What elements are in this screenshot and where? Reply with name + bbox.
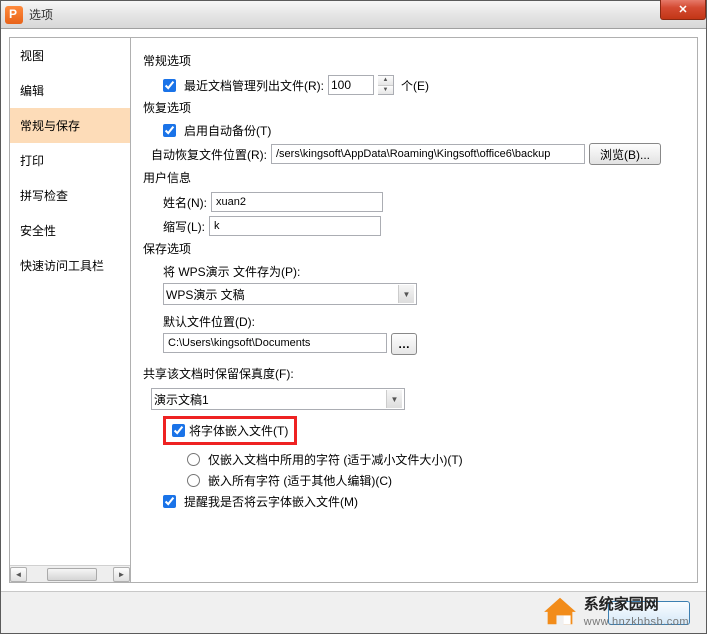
save-as-row: 将 WPS演示 文件存为(P): WPS演示 文稿 ▼ xyxy=(163,263,685,305)
embed-fonts-checkbox[interactable] xyxy=(172,424,185,437)
footer xyxy=(1,591,706,633)
scroll-thumb[interactable] xyxy=(47,568,97,581)
sidebar-item-security[interactable]: 安全性 xyxy=(10,213,130,248)
share-doc-select[interactable]: 演示文稿1 ▼ xyxy=(151,388,405,410)
remind-cloud-row: 提醒我是否将云字体嵌入文件(M) xyxy=(163,493,685,510)
share-doc-row: 演示文稿1 ▼ xyxy=(151,388,685,410)
window-title: 选项 xyxy=(29,6,53,23)
recovery-path-row: 自动恢复文件位置(R): 浏览(B)... xyxy=(151,143,685,165)
recent-unit-label: 个(E) xyxy=(401,77,429,94)
embed-used-label: 仅嵌入文档中所用的字符 (适于减小文件大小)(T) xyxy=(208,451,463,468)
options-window: 选项 ✕ 视图 编辑 常规与保存 打印 拼写检查 安全性 快速访问工具栏 ◄ ► xyxy=(0,0,707,634)
recovery-path-input[interactable] xyxy=(271,144,585,164)
body-area: 视图 编辑 常规与保存 打印 拼写检查 安全性 快速访问工具栏 ◄ ► 常规选项… xyxy=(1,29,706,591)
recovery-path-label: 自动恢复文件位置(R): xyxy=(151,146,267,163)
share-doc-value: 演示文稿1 xyxy=(154,391,209,408)
close-button[interactable]: ✕ xyxy=(660,0,706,20)
user-name-row: 姓名(N): xyxy=(163,192,685,212)
dropdown-arrow-icon: ▼ xyxy=(386,390,402,408)
section-save: 保存选项 xyxy=(143,240,685,257)
save-as-value: WPS演示 文稿 xyxy=(166,286,245,303)
recent-files-label: 最近文档管理列出文件(R): xyxy=(184,77,324,94)
user-initials-row: 缩写(L): xyxy=(163,216,685,236)
embed-all-label: 嵌入所有字符 (适于其他人编辑)(C) xyxy=(208,472,392,489)
sidebar-item-spellcheck[interactable]: 拼写检查 xyxy=(10,178,130,213)
scroll-track[interactable] xyxy=(27,567,113,582)
section-user: 用户信息 xyxy=(143,169,685,186)
spinner-up-icon[interactable]: ▲ xyxy=(378,76,393,86)
section-recovery: 恢复选项 xyxy=(143,99,685,116)
recent-files-row: 最近文档管理列出文件(R): ▲▼ 个(E) xyxy=(163,75,685,95)
app-icon xyxy=(5,6,23,24)
section-general: 常规选项 xyxy=(143,52,685,69)
user-initials-input[interactable] xyxy=(209,216,381,236)
recent-files-checkbox[interactable] xyxy=(163,79,176,92)
ok-button[interactable] xyxy=(608,601,690,625)
sidebar-item-view[interactable]: 视图 xyxy=(10,38,130,73)
titlebar[interactable]: 选项 ✕ xyxy=(1,1,706,29)
embed-used-row: 仅嵌入文档中所用的字符 (适于减小文件大小)(T) xyxy=(187,451,685,468)
auto-backup-checkbox[interactable] xyxy=(163,124,176,137)
content-panel: 常规选项 最近文档管理列出文件(R): ▲▼ 个(E) 恢复选项 启用自动备份(… xyxy=(131,37,698,583)
save-as-label: 将 WPS演示 文件存为(P): xyxy=(163,263,300,280)
sidebar-scrollbar[interactable]: ◄ ► xyxy=(10,565,130,582)
sidebar-item-general-save[interactable]: 常规与保存 xyxy=(10,108,130,143)
remind-cloud-checkbox[interactable] xyxy=(163,495,176,508)
sidebar-item-quick-access[interactable]: 快速访问工具栏 xyxy=(10,248,130,283)
default-loc-row: 默认文件位置(D): … xyxy=(163,313,685,355)
section-share: 共享该文档时保留保真度(F): xyxy=(143,365,685,382)
auto-backup-label: 启用自动备份(T) xyxy=(184,122,271,139)
sidebar-item-edit[interactable]: 编辑 xyxy=(10,73,130,108)
auto-backup-row: 启用自动备份(T) xyxy=(163,122,685,139)
user-name-label: 姓名(N): xyxy=(163,194,207,211)
spinner-down-icon[interactable]: ▼ xyxy=(378,86,393,95)
recent-count-input[interactable] xyxy=(328,75,374,95)
default-loc-input[interactable] xyxy=(163,333,387,353)
default-loc-label: 默认文件位置(D): xyxy=(163,313,255,330)
default-loc-browse-button[interactable]: … xyxy=(391,333,417,355)
dropdown-arrow-icon: ▼ xyxy=(398,285,414,303)
recent-count-spinner[interactable]: ▲▼ xyxy=(378,75,394,95)
sidebar-list: 视图 编辑 常规与保存 打印 拼写检查 安全性 快速访问工具栏 xyxy=(10,38,130,565)
embed-fonts-label: 将字体嵌入文件(T) xyxy=(189,422,288,439)
scroll-right-icon[interactable]: ► xyxy=(113,567,130,582)
embed-used-radio[interactable] xyxy=(187,453,200,466)
save-as-select[interactable]: WPS演示 文稿 ▼ xyxy=(163,283,417,305)
embed-all-row: 嵌入所有字符 (适于其他人编辑)(C) xyxy=(187,472,685,489)
embed-all-radio[interactable] xyxy=(187,474,200,487)
user-name-input[interactable] xyxy=(211,192,383,212)
close-icon: ✕ xyxy=(678,3,687,16)
sidebar-item-print[interactable]: 打印 xyxy=(10,143,130,178)
embed-fonts-highlight: 将字体嵌入文件(T) xyxy=(163,416,297,445)
remind-cloud-label: 提醒我是否将云字体嵌入文件(M) xyxy=(184,493,358,510)
browse-button[interactable]: 浏览(B)... xyxy=(589,143,661,165)
scroll-left-icon[interactable]: ◄ xyxy=(10,567,27,582)
sidebar: 视图 编辑 常规与保存 打印 拼写检查 安全性 快速访问工具栏 ◄ ► xyxy=(9,37,131,583)
user-initials-label: 缩写(L): xyxy=(163,218,205,235)
